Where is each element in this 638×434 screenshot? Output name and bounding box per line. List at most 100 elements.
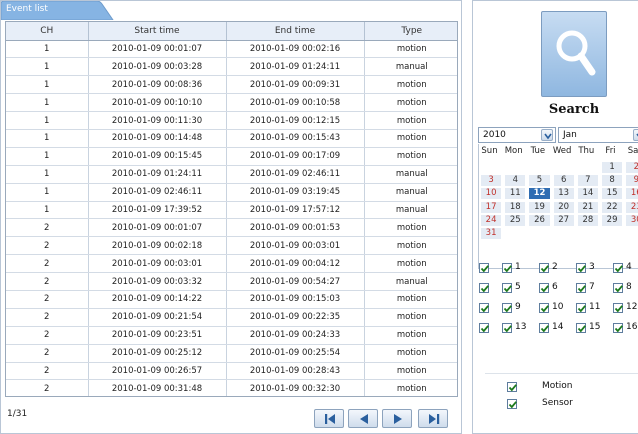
channel-checkbox[interactable] [613, 263, 623, 273]
calendar-day[interactable]: 11 [505, 188, 526, 200]
first-page-button[interactable] [314, 409, 344, 428]
cell-end-time: 2010-01-09 00:12:15 [226, 111, 365, 130]
calendar-day[interactable]: 20 [553, 201, 574, 213]
channel-checkbox[interactable] [613, 323, 623, 333]
column-header-end-time[interactable]: End time [226, 22, 365, 41]
channel-checkbox[interactable] [502, 263, 512, 273]
table-row[interactable]: 2 2010-01-09 00:26:57 2010-01-09 00:28:43 m… [6, 362, 457, 381]
calendar-day[interactable]: 3 [481, 175, 502, 187]
channel-checkbox[interactable] [502, 283, 512, 293]
calendar-day[interactable]: 2 [626, 162, 638, 173]
table-row[interactable]: 1 2010-01-09 00:14:48 2010-01-09 00:15:43 m… [6, 129, 457, 148]
channel-checkbox[interactable] [576, 263, 586, 273]
calendar-day[interactable]: 19 [529, 201, 550, 213]
cell-ch: 1 [6, 75, 89, 95]
year-dropdown-arrow[interactable] [541, 129, 553, 141]
cell-start-time: 2010-01-09 00:23:51 [88, 326, 227, 345]
calendar-day[interactable]: 21 [577, 201, 598, 213]
previous-page-button[interactable] [348, 409, 378, 428]
event-type-checkbox[interactable] [507, 382, 517, 392]
calendar-day[interactable]: 14 [577, 188, 598, 200]
checkmark-icon [503, 265, 512, 273]
calendar-day[interactable]: 31 [481, 228, 502, 239]
column-header-start-time[interactable]: Start time [88, 22, 227, 41]
cell-start-time: 2010-01-09 00:21:54 [88, 308, 227, 327]
calendar-day[interactable]: 26 [529, 214, 550, 226]
calendar-day[interactable]: 24 [481, 214, 502, 226]
last-page-button[interactable] [418, 409, 448, 428]
channel-label: 6 [552, 282, 558, 292]
table-row[interactable]: 1 2010-01-09 00:10:10 2010-01-09 00:10:58 m… [6, 93, 457, 113]
table-row[interactable]: 1 2010-01-09 01:24:11 2010-01-09 02:46:11 m… [6, 165, 457, 184]
channel-checkbox[interactable] [539, 323, 549, 333]
search-button[interactable] [541, 11, 607, 97]
cell-start-time: 2010-01-09 00:11:30 [88, 111, 227, 130]
table-row[interactable]: 1 2010-01-09 00:08:36 2010-01-09 00:09:31 m… [6, 75, 457, 95]
row-select-all-checkbox[interactable] [479, 323, 489, 333]
table-row[interactable]: 1 2010-01-09 00:03:28 2010-01-09 01:24:11 m… [6, 57, 457, 77]
table-row[interactable]: 1 2010-01-09 02:46:11 2010-01-09 03:19:45 m… [6, 183, 457, 202]
month-select[interactable]: Jan [558, 127, 638, 143]
channel-checkbox[interactable] [539, 263, 549, 273]
channel-checkbox[interactable] [576, 323, 586, 333]
calendar-day[interactable]: 13 [553, 188, 574, 200]
next-page-button[interactable] [382, 409, 412, 428]
row-select-all-checkbox[interactable] [479, 283, 489, 293]
table-row[interactable]: 2 2010-01-09 00:14:22 2010-01-09 00:15:03 m… [6, 290, 457, 309]
calendar-day[interactable]: 9 [626, 175, 638, 187]
tab-event-list[interactable]: Event list [1, 1, 115, 20]
calendar-day[interactable]: 25 [505, 214, 526, 226]
column-header-type[interactable]: Type [364, 22, 457, 41]
row-select-all-checkbox[interactable] [479, 303, 489, 313]
channel-checkbox[interactable] [576, 303, 586, 313]
checkmark-icon [503, 305, 512, 313]
table-row[interactable]: 2 2010-01-09 00:23:51 2010-01-09 00:24:33 m… [6, 326, 457, 345]
checkmark-icon [614, 285, 623, 293]
calendar-day[interactable]: 1 [602, 162, 623, 173]
row-select-all-checkbox[interactable] [479, 263, 489, 273]
calendar-day[interactable]: 12 [529, 188, 550, 200]
calendar-day[interactable]: 8 [602, 175, 623, 187]
calendar-day[interactable]: 4 [505, 175, 526, 187]
channel-checkbox[interactable] [502, 303, 512, 313]
calendar-day[interactable]: 30 [626, 214, 638, 226]
month-dropdown-arrow[interactable] [633, 129, 638, 141]
calendar-day[interactable]: 18 [505, 201, 526, 213]
cell-type: manual [364, 272, 457, 291]
table-row[interactable]: 1 2010-01-09 00:15:45 2010-01-09 00:17:09 m… [6, 147, 457, 166]
event-type-checkbox[interactable] [507, 399, 517, 409]
channel-checkbox[interactable] [613, 303, 623, 313]
calendar-day[interactable]: 7 [577, 175, 598, 187]
calendar-day[interactable]: 29 [602, 214, 623, 226]
channel-checkbox[interactable] [539, 283, 549, 293]
calendar-day[interactable]: 15 [602, 188, 623, 200]
table-row[interactable]: 2 2010-01-09 00:31:48 2010-01-09 00:32:30 m… [6, 379, 457, 396]
calendar-day[interactable]: 6 [553, 175, 574, 187]
table-row[interactable]: 2 2010-01-09 00:03:01 2010-01-09 00:04:12 m… [6, 254, 457, 274]
table-row[interactable]: 2 2010-01-09 00:25:12 2010-01-09 00:25:54 m… [6, 344, 457, 363]
table-row[interactable]: 2 2010-01-09 00:21:54 2010-01-09 00:22:35 m… [6, 308, 457, 327]
channel-checkbox[interactable] [539, 303, 549, 313]
tab-event-list-label: Event list [6, 4, 48, 14]
table-row[interactable]: 1 2010-01-09 00:11:30 2010-01-09 00:12:15 m… [6, 111, 457, 130]
channel-checkbox[interactable] [613, 283, 623, 293]
calendar-day[interactable]: 10 [481, 188, 502, 200]
channel-checkbox[interactable] [576, 283, 586, 293]
calendar-day[interactable]: 23 [626, 201, 638, 213]
calendar-day[interactable]: 17 [481, 201, 502, 213]
calendar-day[interactable]: 16 [626, 188, 638, 200]
channel-label: 15 [589, 322, 601, 332]
cell-end-time: 2010-01-09 00:01:53 [226, 218, 365, 238]
year-select[interactable]: 2010 [478, 127, 556, 143]
table-row[interactable]: 2 2010-01-09 00:03:32 2010-01-09 00:54:27 m… [6, 272, 457, 291]
calendar-day[interactable]: 22 [602, 201, 623, 213]
table-row[interactable]: 1 2010-01-09 00:01:07 2010-01-09 00:02:16 m… [6, 40, 457, 59]
calendar-day[interactable]: 27 [553, 214, 574, 226]
column-header-ch[interactable]: CH [6, 22, 89, 41]
calendar-day[interactable]: 28 [577, 214, 598, 226]
table-row[interactable]: 1 2010-01-09 17:39:52 2010-01-09 17:57:12 m… [6, 201, 457, 220]
calendar-day[interactable]: 5 [529, 175, 550, 187]
table-row[interactable]: 2 2010-01-09 00:02:18 2010-01-09 00:03:01 m… [6, 236, 457, 256]
table-row[interactable]: 2 2010-01-09 00:01:07 2010-01-09 00:01:53 m… [6, 218, 457, 238]
channel-checkbox[interactable] [502, 323, 512, 333]
